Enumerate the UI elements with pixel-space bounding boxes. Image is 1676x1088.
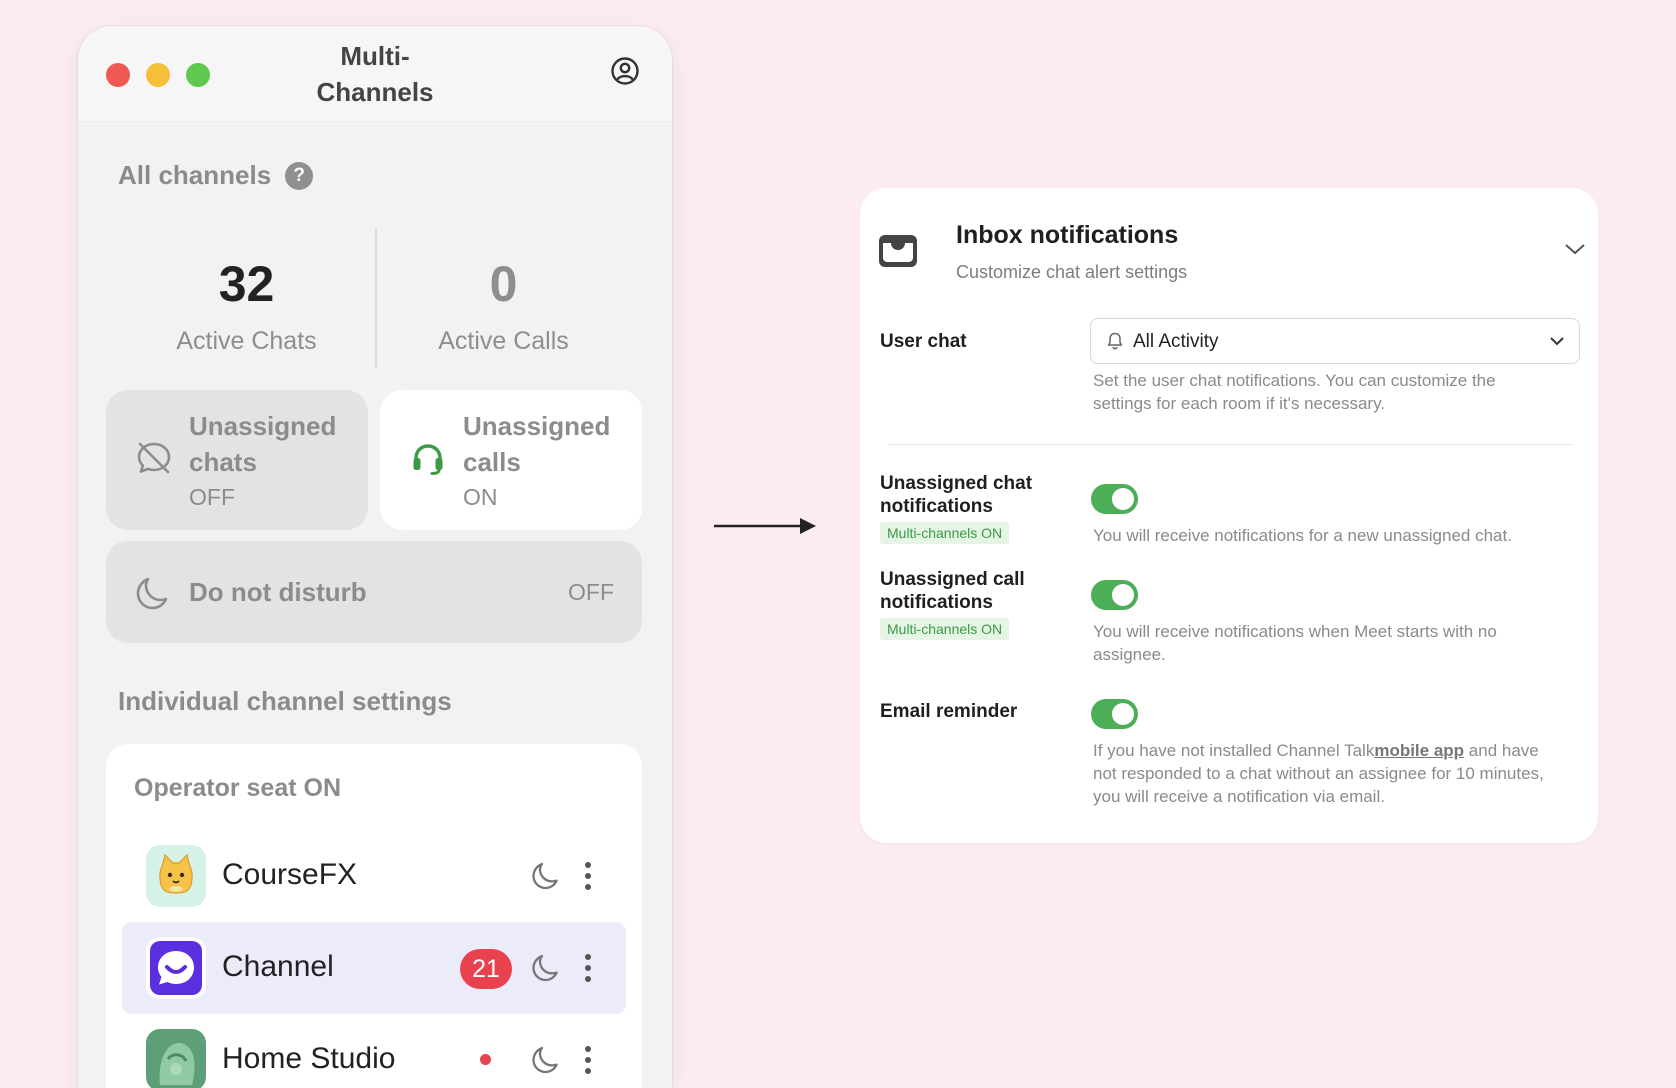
active-chats-count: 32 (218, 256, 275, 312)
email-reminder-desc-suffix: and have (1464, 741, 1539, 760)
channel-name: Home Studio (222, 1042, 396, 1075)
user-chat-select-value: All Activity (1133, 331, 1219, 352)
email-reminder-desc-line3: you will receive a notification via emai… (1093, 787, 1385, 806)
channel-name: Channel (222, 950, 334, 983)
active-chats-label: Active Chats (176, 327, 317, 355)
operator-seat-heading: Operator seat ON (134, 774, 342, 802)
channel-name: CourseFX (222, 858, 358, 891)
user-chat-label: User chat (880, 331, 967, 352)
active-chats-stat: 32 Active Chats (118, 229, 375, 356)
unassigned-chat-label-line1: Unassigned chat (880, 473, 1033, 494)
active-calls-stat: 0 Active Calls (375, 229, 632, 356)
unassigned-call-desc-line2: assignee. (1093, 645, 1166, 664)
channel-row-home-studio[interactable]: Home Studio (122, 1014, 626, 1088)
arrow-right-icon (714, 518, 816, 534)
unassigned-chats-title-line1: Unassigned (189, 411, 337, 441)
unassigned-chats-toggle[interactable]: Unassigned chats OFF (106, 390, 368, 530)
email-reminder-desc-line2: not responded to a chat without an assig… (1093, 764, 1544, 783)
unassigned-chats-state: OFF (189, 484, 235, 510)
more-options-icon[interactable] (582, 860, 594, 892)
inbox-notifications-panel: Inbox notifications Customize chat alert… (860, 188, 1598, 843)
channel-row-channel[interactable]: Channel 21 (122, 922, 626, 1014)
more-options-icon[interactable] (582, 1044, 594, 1076)
unread-dot (480, 1054, 491, 1065)
unassigned-calls-title-line2: calls (463, 447, 521, 477)
active-calls-label: Active Calls (438, 327, 569, 355)
all-channels-heading: All channels ? (118, 160, 314, 191)
unassigned-call-notifications-toggle[interactable] (1091, 580, 1138, 610)
panel-subtitle: Customize chat alert settings (956, 262, 1188, 282)
moon-icon[interactable] (530, 861, 560, 891)
bell-icon (1107, 332, 1123, 350)
mobile-app-link[interactable]: mobile app (1374, 741, 1464, 760)
do-not-disturb-label: Do not disturb (189, 577, 367, 607)
moon-icon (136, 577, 168, 610)
unassigned-calls-toggle[interactable]: Unassigned calls ON (380, 390, 642, 530)
studio-avatar (146, 1029, 206, 1088)
channel-list: Operator seat ON CourseFX Channel 21 Hom… (106, 744, 642, 1088)
unassigned-call-notifications-label: Unassigned call notifications (880, 568, 1025, 614)
moon-icon[interactable] (530, 953, 560, 983)
user-chat-desc-line1: Set the user chat notifications. You can… (1093, 371, 1496, 390)
unassigned-chat-notifications-label: Unassigned chat notifications (880, 472, 1032, 518)
do-not-disturb-toggle[interactable]: Do not disturb OFF (106, 541, 642, 643)
unassigned-call-label-line2: notifications (880, 592, 993, 613)
channel-row-coursefx[interactable]: CourseFX (122, 830, 626, 922)
window-title-line2: Channels (316, 77, 434, 107)
user-chat-select[interactable]: All Activity (1090, 318, 1580, 364)
unassigned-calls-state: ON (463, 484, 498, 510)
channel-logo-avatar (146, 937, 206, 999)
multi-channels-on-tag: Multi-channels ON (880, 618, 1010, 640)
window-title-line1: Multi- (340, 41, 410, 71)
email-reminder-desc-prefix: If you have not installed Channel Talk (1093, 741, 1375, 760)
title-bar: Multi- Channels (78, 26, 672, 122)
user-chat-description: Set the user chat notifications. You can… (1093, 369, 1496, 415)
more-options-icon[interactable] (582, 952, 594, 984)
unassigned-calls-title-line1: Unassigned (463, 411, 611, 441)
unassigned-call-description: You will receive notifications when Meet… (1093, 620, 1497, 666)
inbox-icon (879, 235, 917, 267)
individual-channel-settings-title: Individual channel settings (118, 686, 452, 716)
window-title: Multi- Channels (78, 38, 672, 110)
email-reminder-desc-line1: If you have not installed Channel Talkmo… (1093, 739, 1544, 762)
multi-channels-on-tag: Multi-channels ON (880, 522, 1010, 544)
unassigned-call-desc-line1: You will receive notifications when Meet… (1093, 622, 1497, 641)
unassigned-call-label-line1: Unassigned call (880, 569, 1025, 590)
headset-icon (413, 444, 443, 475)
unassigned-calls-text: Unassigned calls ON (463, 408, 610, 511)
section-divider (888, 444, 1572, 445)
unassigned-chats-title-line2: chats (189, 447, 257, 477)
do-not-disturb-state: OFF (568, 579, 614, 605)
chat-off-icon (137, 442, 171, 474)
email-reminder-label: Email reminder (880, 701, 1018, 722)
user-profile-icon[interactable] (610, 56, 640, 86)
active-calls-count: 0 (489, 256, 518, 312)
chevron-down-icon[interactable] (1564, 242, 1586, 256)
email-reminder-toggle[interactable] (1091, 699, 1138, 729)
email-reminder-description: If you have not installed Channel Talkmo… (1093, 739, 1544, 808)
moon-icon[interactable] (530, 1045, 560, 1075)
unassigned-chats-text: Unassigned chats OFF (189, 408, 336, 511)
help-icon[interactable]: ? (285, 161, 314, 190)
all-channels-title: All channels (118, 160, 272, 190)
channel-stats: 32 Active Chats 0 Active Calls (118, 229, 632, 369)
unassigned-chat-notifications-toggle[interactable] (1091, 484, 1138, 514)
user-chat-desc-line2: settings for each room if it's necessary… (1093, 394, 1386, 413)
chevron-down-icon (1550, 337, 1564, 346)
multi-channels-window: Multi- Channels All channels ? 32 Active… (78, 26, 672, 1088)
cat-avatar (146, 845, 206, 907)
unassigned-chat-label-line2: notifications (880, 496, 993, 517)
unread-count-badge: 21 (460, 949, 512, 989)
panel-title: Inbox notifications (956, 221, 1179, 249)
unassigned-chat-description: You will receive notifications for a new… (1093, 526, 1512, 545)
